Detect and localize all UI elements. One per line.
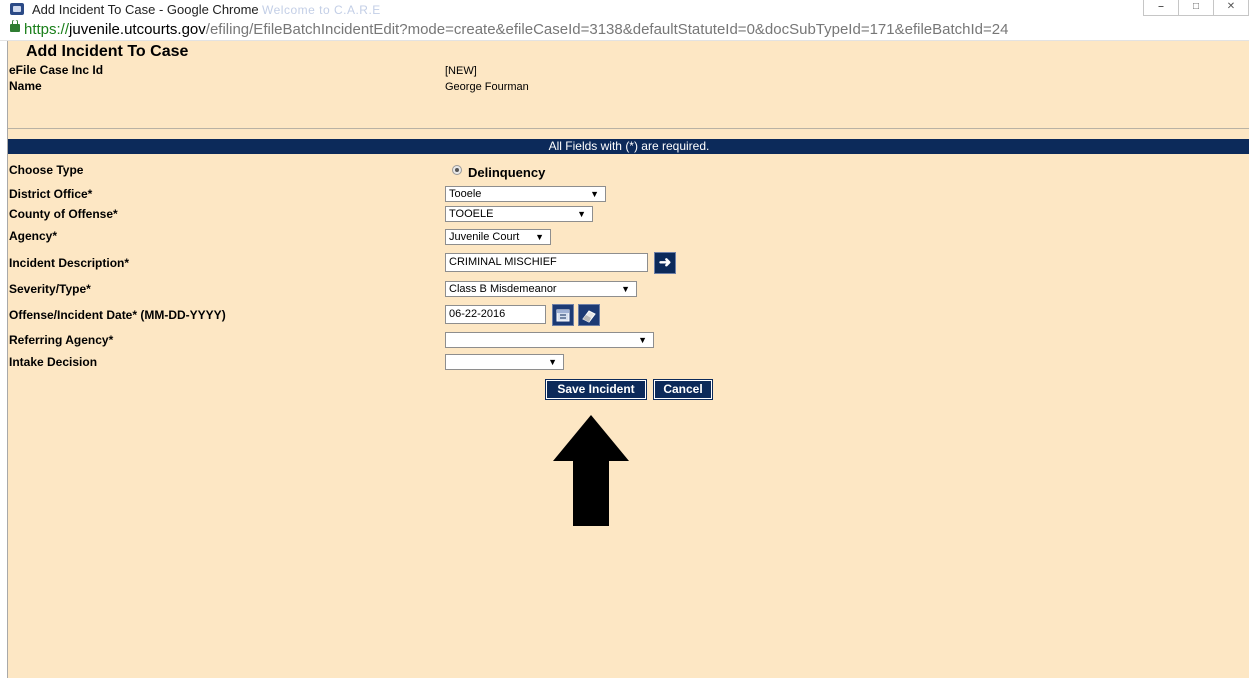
incident-description-label: Incident Description* [9,256,130,270]
clear-date-button[interactable] [578,304,600,326]
case-inc-id-label: eFile Case Inc Id [9,63,104,77]
minimize-icon[interactable]: ⎯ [1143,0,1179,16]
address-bar[interactable]: https://juvenile.utcourts.gov/efiling/Ef… [0,20,1249,41]
severity-value: Class B Misdemeanor [449,283,557,295]
close-icon[interactable]: ✕ [1213,0,1249,16]
url-text[interactable]: https://juvenile.utcourts.gov/efiling/Ef… [24,21,1008,38]
save-incident-button[interactable]: Save Incident [545,379,647,400]
case-inc-id-value: [NEW] [445,65,477,77]
lookup-button[interactable]: ➜ [654,252,676,274]
intake-decision-select[interactable]: ▼ [445,354,564,370]
chevron-down-icon: ▼ [535,232,544,242]
divider [8,128,1249,129]
page-title: Add Incident To Case [26,43,189,60]
chevron-down-icon: ▼ [621,284,630,294]
severity-label: Severity/Type* [9,282,91,296]
offense-date-label: Offense/Incident Date* (MM-DD-YYYY) [9,308,226,322]
incident-description-input[interactable]: CRIMINAL MISCHIEF [445,253,648,272]
name-value: George Fourman [445,81,529,93]
required-fields-banner: All Fields with (*) are required. [8,139,1249,154]
url-scheme: https:// [24,21,70,38]
county-label: County of Offense* [9,207,118,221]
window-title: Add Incident To Case - Google Chrome [32,2,259,17]
referring-agency-select[interactable]: ▼ [445,332,654,348]
window-controls: ⎯ □ ✕ [1143,0,1249,18]
chevron-down-icon: ▼ [590,189,599,199]
chevron-down-icon: ▼ [638,335,647,345]
delinquency-radio-label[interactable]: Delinquency [468,165,545,180]
agency-label: Agency* [9,229,58,243]
cancel-button[interactable]: Cancel [653,379,713,400]
intake-decision-label: Intake Decision [9,355,98,369]
name-label: Name [9,79,42,93]
eraser-icon [582,310,596,323]
severity-select[interactable]: Class B Misdemeanor ▼ [445,281,637,297]
agency-value: Juvenile Court [449,231,520,243]
county-select[interactable]: TOOELE ▼ [445,206,593,222]
district-office-select[interactable]: Tooele ▼ [445,186,606,202]
arrow-right-icon: ➜ [658,254,672,271]
offense-date-input[interactable]: 06-22-2016 [445,305,546,324]
agency-select[interactable]: Juvenile Court ▼ [445,229,551,245]
window-app-icon [10,3,24,15]
chevron-down-icon: ▼ [548,357,557,367]
url-host: juvenile.utcourts.gov [69,21,206,38]
district-office-value: Tooele [449,188,482,200]
background-window-title: Welcome to C.A.R.E [262,3,381,17]
url-path: /efiling/EfileBatchIncidentEdit?mode=cre… [205,21,1009,38]
form-page: Add Incident To Case eFile Case Inc Id [… [7,41,1249,678]
window-title-bar: Add Incident To Case - Google Chrome Wel… [0,0,1249,20]
calendar-button[interactable] [552,304,574,326]
choose-type-label: Choose Type [9,163,84,177]
referring-agency-label: Referring Agency* [9,333,114,347]
district-office-label: District Office* [9,187,93,201]
calendar-icon [556,309,570,322]
delinquency-radio[interactable] [452,165,462,175]
maximize-icon[interactable]: □ [1178,0,1214,16]
county-value: TOOELE [449,208,494,220]
chevron-down-icon: ▼ [577,209,586,219]
arrow-up-icon [553,415,629,526]
lock-icon [10,20,20,32]
